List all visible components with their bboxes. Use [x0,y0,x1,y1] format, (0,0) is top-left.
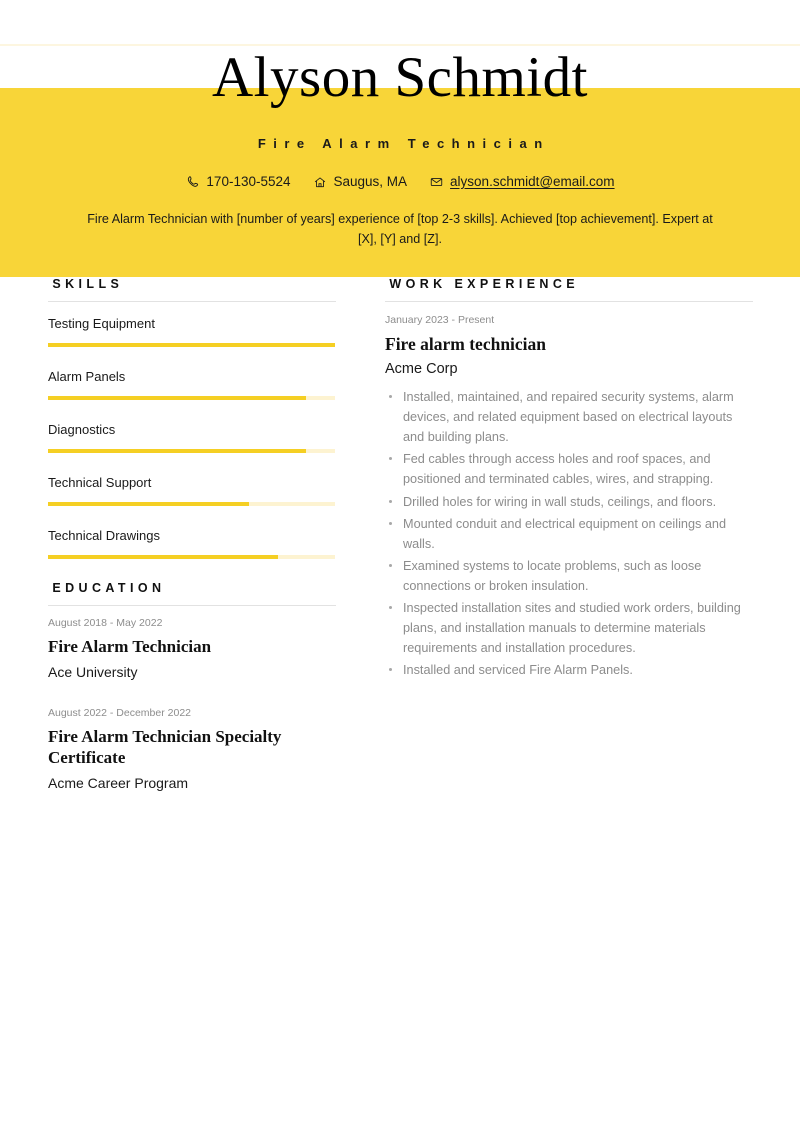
skill-label: Testing Equipment [48,316,155,331]
skill-label: Diagnostics [48,422,116,438]
list-item: Installed, maintained, and repaired secu… [385,387,753,447]
contact-location-value: Saugus, MA [333,174,408,189]
contact-info-row: 170-130-5524 Saugus, MA alyson.schmidt@e… [0,174,800,189]
education-section-title: EDUCATION [48,581,336,607]
contact-phone-value: 170-130-5524 [206,174,291,189]
contact-phone[interactable]: 170-130-5524 [185,174,291,189]
contact-location: Saugus, MA [313,174,408,189]
skills-section-title: SKILLS [48,277,336,302]
work-entry-org: Acme Corp [385,361,458,378]
work-experience-list: January 2023 - Present Fire alarm techni… [385,314,753,680]
list-item: Mounted conduit and electrical equipment… [385,514,753,554]
skill-level-fill [48,554,278,559]
skill-level-track [48,342,335,347]
skill-label: Technical Drawings [48,528,160,544]
skill-level-track [48,554,335,559]
envelope-icon [429,174,444,189]
skill-level-fill [48,501,249,506]
location-pin-icon [313,174,328,189]
skill-level-fill [48,395,307,400]
work-entry-title: Fire alarm technician [385,333,547,354]
professional-summary: Fire Alarm Technician with [number of ye… [87,212,713,247]
skill-item: Technical Drawings [48,528,336,559]
skill-level-track [48,448,335,453]
skill-item: Technical Support [48,475,336,506]
education-entry-date: August 2022 - December 2022 [48,707,192,720]
resume-body: SKILLS Testing Equipment Alarm Panels Di… [0,277,800,1128]
education-entry-title: Fire Alarm Technician Specialty Certific… [48,726,282,768]
education-entry: August 2018 - May 2022 Fire Alarm Techni… [48,617,336,681]
skill-item: Diagnostics [48,422,336,453]
education-entry-title: Fire Alarm Technician [48,637,212,657]
skills-list: Testing Equipment Alarm Panels Diagnosti… [48,316,336,559]
list-item: Drilled holes for wiring in wall studs, … [385,492,753,512]
education-list: August 2018 - May 2022 Fire Alarm Techni… [48,617,336,792]
skill-label: Alarm Panels [48,369,126,385]
contact-email[interactable]: alyson.schmidt@email.com [429,174,615,189]
phone-icon [185,174,200,189]
skill-level-fill [48,342,335,347]
skill-level-fill [48,448,307,453]
candidate-name: Alyson Schmidt [212,46,588,109]
education-entry-org: Ace University [48,663,138,680]
skill-item: Testing Equipment [48,316,336,347]
main-column: WORK EXPERIENCE January 2023 - Present F… [385,277,753,700]
skill-label: Technical Support [48,475,152,491]
education-entry-org: Acme Career Program [48,775,189,792]
work-experience-section-title: WORK EXPERIENCE [385,277,753,302]
resume-header: Alyson Schmidt Fire Alarm Technician 170… [0,0,800,277]
work-entry-bullets: Installed, maintained, and repaired secu… [385,387,753,680]
candidate-job-title: Fire Alarm Technician [257,136,550,151]
list-item: Installed and serviced Fire Alarm Panels… [385,660,753,680]
education-entry-date: August 2018 - May 2022 [48,617,163,630]
work-experience-entry: January 2023 - Present Fire alarm techni… [385,314,753,680]
contact-email-value[interactable]: alyson.schmidt@email.com [450,174,615,189]
sidebar-column: SKILLS Testing Equipment Alarm Panels Di… [48,277,336,818]
list-item: Examined systems to locate problems, suc… [385,556,753,596]
skill-level-track [48,501,335,506]
work-entry-date: January 2023 - Present [385,314,495,326]
skill-level-track [48,395,335,400]
list-item: Fed cables through access holes and roof… [385,449,753,489]
skill-item: Alarm Panels [48,369,336,400]
list-item: Inspected installation sites and studied… [385,598,753,658]
education-entry: August 2022 - December 2022 Fire Alarm T… [48,707,336,792]
